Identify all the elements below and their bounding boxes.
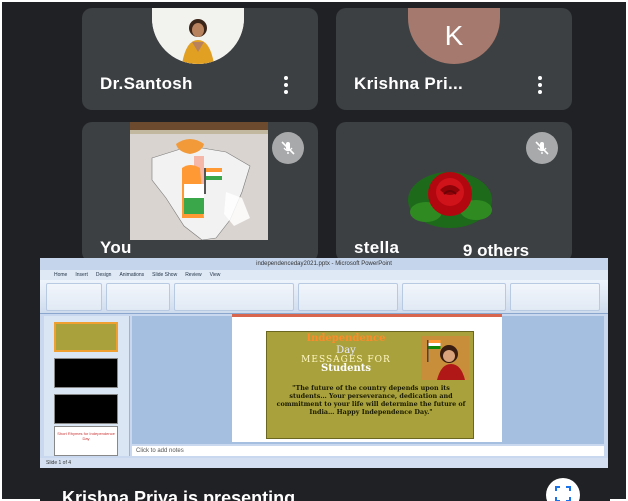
more-options-icon[interactable] [538,76,542,94]
current-slide[interactable]: Independence Day MESSAGES FOR Students "… [232,314,502,442]
tab-review[interactable]: Review [185,270,201,280]
tab-design[interactable]: Design [96,270,112,280]
slide-thumbnail-3[interactable] [54,394,118,424]
slide-quote: "The future of the country depends upon … [276,384,466,416]
tab-home[interactable]: Home [54,270,67,280]
slide-heading-4: Students [321,363,371,374]
avatar-letter: K [444,20,464,51]
presenting-bar: Krishna Priya is presenting [40,468,610,501]
ribbon-group-paragraph[interactable] [298,283,398,311]
mic-off-icon [272,132,304,164]
slide-thumbnails-pane[interactable]: Short Rhymes for Independence Day [44,316,130,456]
tab-insert[interactable]: Insert [75,270,88,280]
participant-name: Krishna Pri... [354,74,464,93]
participant-name: stella [354,238,400,257]
avatar [152,8,244,64]
ribbon-group-slides[interactable] [106,283,170,311]
status-bar: Slide 1 of 4 [40,458,608,468]
thumbnail-caption: Short Rhymes for Independence Day [57,431,115,441]
rose-avatar-icon [408,172,492,228]
participant-name: You [100,238,132,257]
ribbon-group-font[interactable] [174,283,294,311]
ribbon-group-editing[interactable] [510,283,600,311]
ribbon-group-drawing[interactable] [402,283,506,311]
ribbon [40,280,608,314]
girl-with-flag-icon [421,336,469,380]
slide-thumbnail-4[interactable]: Short Rhymes for Independence Day [54,426,118,456]
participant-name: Dr.Santosh [100,74,193,93]
tab-animations[interactable]: Animations [119,270,144,280]
slide-thumbnail-1[interactable] [54,322,118,352]
window-title: independenceday2021.pptx - Microsoft Pow… [40,258,608,270]
tab-slide-show[interactable]: Slide Show [152,270,177,280]
self-video [130,122,268,241]
ribbon-group-clipboard[interactable] [46,283,102,311]
slide-thumbnail-2[interactable] [54,358,118,388]
screen-share[interactable]: independenceday2021.pptx - Microsoft Pow… [40,258,608,468]
slide-heading-1: Independence [306,333,386,344]
participant-tile-you[interactable]: You [82,122,318,262]
participant-tile-dr-santosh[interactable]: Dr.Santosh [82,8,318,110]
presenter-banner: Krishna Priya is presenting [62,488,296,501]
participant-tile-krishna-priya[interactable]: K Krishna Pri... [336,8,572,110]
notes-placeholder: Click to add notes [136,448,184,454]
mic-off-icon [526,132,558,164]
ribbon-tabs: Home Insert Design Animations Slide Show… [40,270,608,280]
slide-counter: Slide 1 of 4 [46,460,72,466]
avatar: K [408,8,500,64]
notes-pane[interactable]: Click to add notes [132,446,604,456]
tab-view[interactable]: View [210,270,221,280]
more-options-icon[interactable] [284,76,288,94]
fullscreen-icon [555,486,571,501]
slide-poster: Independence Day MESSAGES FOR Students "… [266,331,474,439]
